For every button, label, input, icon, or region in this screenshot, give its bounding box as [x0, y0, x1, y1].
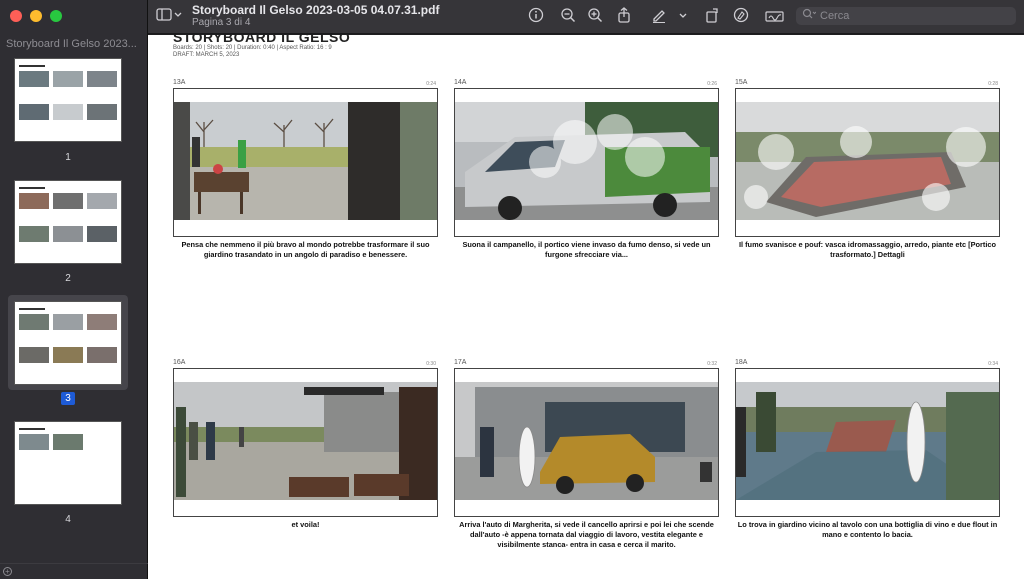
frame-box [173, 88, 438, 237]
frame-number: 0:30 [426, 361, 436, 367]
page-thumbnail-4[interactable] [14, 421, 122, 505]
minimize-button[interactable] [30, 10, 42, 22]
preview-window: Storyboard Il Gelso 2023... 1 2 3 4 + St… [0, 0, 1024, 579]
frame-caption: Arriva l'auto di Margherita, si vede il … [459, 520, 714, 549]
document-title: Storyboard Il Gelso 2023-03-05 04.07.31.… [192, 3, 440, 17]
storyboard-meta: Boards: 20 | Shots: 20 | Duration: 0:40 … [173, 45, 332, 59]
frame-image [736, 382, 999, 500]
frame-id: 13A [173, 79, 186, 86]
sidebar-toggle-icon[interactable] [156, 7, 182, 27]
page-thumbnail-label: 1 [65, 152, 71, 163]
frame-image [174, 382, 437, 500]
meta-line: DRAFT: MARCH 5, 2023 [173, 52, 240, 58]
chevron-down-icon[interactable] [678, 7, 688, 27]
share-icon[interactable] [616, 7, 632, 27]
zoom-button[interactable] [50, 10, 62, 22]
signature-icon[interactable] [765, 7, 785, 27]
frame-image [455, 102, 718, 220]
frame-box [454, 368, 719, 517]
sidebar-footer: + [0, 563, 148, 579]
page-thumbnail-1[interactable] [14, 58, 122, 142]
frame-number: 0:32 [707, 361, 717, 367]
frame-box [454, 88, 719, 237]
frame-box [735, 368, 1000, 517]
frame-caption: Pensa che nemmeno il più bravo al mondo … [181, 240, 430, 259]
frame-number: 0:28 [988, 81, 998, 87]
close-button[interactable] [10, 10, 22, 22]
search-icon [802, 7, 817, 25]
page-thumbnail-label: 4 [65, 514, 71, 525]
frame-caption: Lo trova in giardino vicino al tavolo co… [737, 520, 998, 539]
rotate-icon[interactable] [704, 7, 720, 27]
frame-number: 0:24 [426, 81, 436, 87]
frame-box [735, 88, 1000, 237]
frame-caption: Il fumo svanisce e pouf: vasca idromassa… [738, 240, 997, 259]
frame-number: 0:34 [988, 361, 998, 367]
frame-image [736, 102, 999, 220]
page-thumbnail-label: 2 [65, 273, 71, 284]
frame-id: 18A [735, 359, 748, 366]
markup-circle-icon[interactable] [733, 7, 749, 27]
storyboard-title: STORYBOARD IL GELSO [173, 35, 351, 45]
toolbar: Storyboard Il Gelso 2023-03-05 04.07.31.… [148, 0, 1024, 34]
frame-box [173, 368, 438, 517]
page-thumbnail-3[interactable] [14, 301, 122, 385]
document-view[interactable]: STORYBOARD IL GELSO Boards: 20 | Shots: … [148, 35, 1024, 579]
selected-page-badge: 3 [61, 392, 75, 405]
page-thumbnail-2[interactable] [14, 180, 122, 264]
thumbnail-sidebar: Storyboard Il Gelso 2023... 1 2 3 4 + [0, 0, 148, 579]
window-controls [10, 10, 62, 22]
page-indicator: Pagina 3 di 4 [192, 17, 251, 28]
frame-id: 17A [454, 359, 467, 366]
zoom-out-icon[interactable] [560, 7, 576, 27]
frame-image [455, 382, 718, 500]
zoom-in-icon[interactable] [587, 7, 603, 27]
frame-caption: Suona il campanello, il portico viene in… [462, 240, 711, 259]
info-icon[interactable] [528, 7, 544, 27]
meta-line: Boards: 20 | Shots: 20 | Duration: 0:40 … [173, 45, 332, 51]
frame-id: 16A [173, 359, 186, 366]
frame-id: 14A [454, 79, 467, 86]
sidebar-title: Storyboard Il Gelso 2023... [6, 38, 137, 50]
markup-pen-icon[interactable] [651, 7, 667, 27]
pdf-page: STORYBOARD IL GELSO Boards: 20 | Shots: … [148, 35, 1024, 579]
search-input[interactable] [820, 10, 1000, 22]
add-icon[interactable]: + [3, 567, 12, 576]
frame-id: 15A [735, 79, 748, 86]
frame-caption: et voila! [291, 520, 320, 529]
search-field[interactable] [796, 7, 1016, 25]
frame-number: 0:26 [707, 81, 717, 87]
page-thumbnail-label: 3 [0, 392, 136, 405]
frame-image [174, 102, 437, 220]
